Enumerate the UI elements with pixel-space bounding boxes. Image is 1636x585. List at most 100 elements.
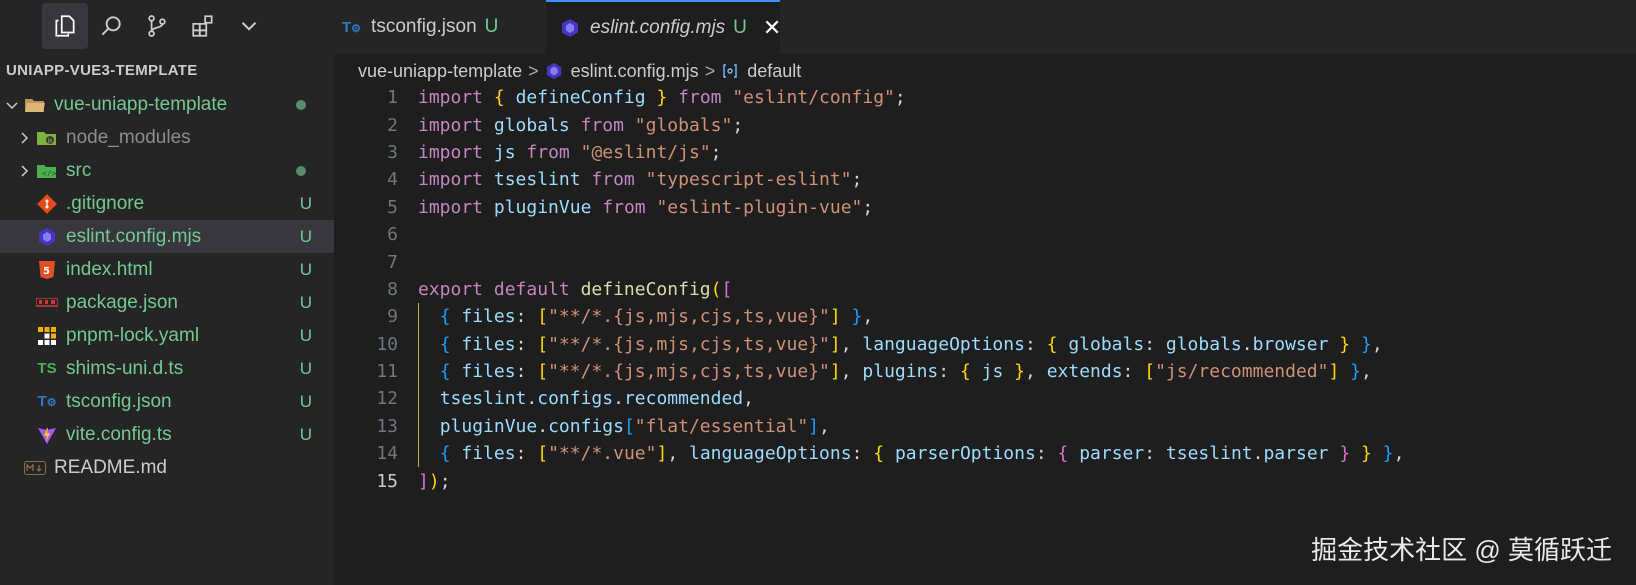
breadcrumb-symbol[interactable]: default [747, 61, 801, 82]
breadcrumb-folder[interactable]: vue-uniapp-template [358, 61, 522, 82]
tab-label: tsconfig.json [371, 16, 477, 37]
line-number: 11 [376, 361, 398, 383]
folder-open-icon [24, 94, 46, 116]
tree-item-gitignore[interactable]: .gitignore U [0, 187, 334, 220]
activity-bar [0, 0, 334, 52]
untracked-badge: U [299, 424, 312, 444]
code-text: import js from "@eslint/js"; [418, 141, 722, 163]
git-icon [36, 193, 58, 215]
tree-item-label: .gitignore [66, 192, 145, 214]
tab-eslint-config[interactable]: eslint.config.mjs U ✕ [546, 0, 781, 54]
tree-item-root-folder[interactable]: vue-uniapp-template [0, 88, 334, 121]
code-line: 3 import js from "@eslint/js"; [334, 139, 1636, 166]
untracked-badge: U [299, 226, 312, 246]
code-text: pluginVue.configs["flat/essential"], [439, 415, 830, 437]
tree-item-label: shims-uni.d.ts [66, 357, 184, 379]
editor-tab-bar: T⚙ tsconfig.json U eslint.config.mjs U ✕ [334, 0, 1636, 54]
untracked-badge: U [299, 193, 312, 213]
breadcrumb: vue-uniapp-template > eslint.config.mjs … [334, 54, 801, 88]
search-button[interactable] [88, 3, 134, 49]
tree-item-pnpm-lock[interactable]: pnpm-lock.yaml U [0, 319, 334, 352]
tab-tsconfig[interactable]: T⚙ tsconfig.json U [334, 0, 530, 54]
tree-item-label: node_modules [66, 126, 191, 148]
src-folder-icon: </> [36, 160, 58, 182]
untracked-badge: U [484, 16, 499, 37]
explorer-title: UNIAPP-VUE3-TEMPLATE [6, 62, 198, 79]
modified-dot [296, 165, 306, 176]
line-number: 2 [387, 114, 398, 136]
code-text: import pluginVue from "eslint-plugin-vue… [418, 196, 874, 218]
line-number: 5 [387, 196, 398, 218]
line-number: 15 [376, 470, 398, 492]
svg-text:5: 5 [43, 266, 50, 277]
explorer-button[interactable] [42, 3, 88, 49]
tree-item-readme[interactable]: README.md [0, 451, 334, 484]
tree-item-index-html[interactable]: 5 index.html U [0, 253, 334, 286]
modified-dot [296, 99, 306, 110]
vite-icon [36, 424, 58, 446]
tree-item-label: tsconfig.json [66, 390, 172, 412]
code-line: 15]); [334, 467, 1636, 494]
tree-item-node-modules[interactable]: js node_modules [0, 121, 334, 154]
untracked-badge: U [299, 325, 312, 345]
code-line: 7 [334, 248, 1636, 275]
pnpm-icon [36, 325, 58, 347]
untracked-badge: U [733, 17, 747, 38]
tree-item-eslint-config[interactable]: eslint.config.mjs U [0, 220, 334, 253]
tab-label: eslint.config.mjs [590, 17, 726, 38]
html5-icon: 5 [36, 259, 58, 281]
breadcrumb-file[interactable]: eslint.config.mjs [571, 61, 699, 82]
chevron-down-icon [6, 101, 18, 109]
code-line: 2 import globals from "globals"; [334, 111, 1636, 138]
code-text: export default defineConfig([ [418, 278, 733, 300]
code-line: 6 [334, 221, 1636, 248]
close-icon[interactable]: ✕ [763, 15, 781, 41]
tree-item-vite-config[interactable]: vite.config.ts U [0, 418, 334, 451]
code-editor[interactable]: 1 import { defineConfig } from "eslint/co… [334, 84, 1636, 495]
code-text: import tseslint from "typescript-eslint"… [418, 169, 863, 191]
line-number: 1 [387, 87, 398, 109]
tree-item-tsconfig[interactable]: T⚙ tsconfig.json U [0, 385, 334, 418]
line-number: 7 [387, 251, 398, 273]
line-number: 8 [387, 278, 398, 300]
line-number: 13 [376, 415, 398, 437]
code-line: 14 { files: ["**/*.vue"], languageOption… [334, 440, 1636, 467]
source-control-button[interactable] [134, 3, 180, 49]
code-text: import { defineConfig } from "eslint/con… [418, 87, 906, 109]
source-control-icon [148, 15, 166, 37]
chevron-down-icon [241, 22, 257, 31]
line-number: 3 [387, 141, 398, 163]
line-number: 12 [376, 388, 398, 410]
line-number: 14 [376, 443, 398, 465]
tree-item-label: eslint.config.mjs [66, 225, 202, 247]
node-folder-icon: js [36, 127, 58, 149]
symbol-icon [721, 62, 739, 80]
line-number: 9 [387, 306, 398, 328]
svg-text:js: js [47, 137, 53, 144]
extensions-button[interactable] [180, 3, 226, 49]
code-line: 9 { files: ["**/*.{js,mjs,cjs,ts,vue}"] … [334, 303, 1636, 330]
code-line: 13 pluginVue.configs["flat/essential"], [334, 413, 1636, 440]
tree-item-package-json[interactable]: package.json U [0, 286, 334, 319]
explorer-icon [55, 15, 75, 37]
tree-item-label: index.html [66, 258, 153, 280]
tree-item-label: pnpm-lock.yaml [66, 324, 200, 346]
tree-item-shims-uni[interactable]: TS shims-uni.d.ts U [0, 352, 334, 385]
tree-item-label: vue-uniapp-template [54, 93, 228, 115]
explorer-sidebar: UNIAPP-VUE3-TEMPLATE vue-uniapp-template… [0, 0, 334, 585]
chevron-right-icon [21, 131, 29, 144]
code-text: { files: ["**/*.vue"], languageOptions: … [439, 443, 1405, 465]
code-line: 12 tseslint.configs.recommended, [334, 385, 1636, 412]
tsconfig-icon: T⚙ [342, 18, 362, 36]
code-line: 4 import tseslint from "typescript-eslint… [334, 166, 1636, 193]
code-line: 10 { files: ["**/*.{js,mjs,cjs,ts,vue}"]… [334, 331, 1636, 358]
tree-item-src[interactable]: </> src [0, 154, 334, 187]
untracked-badge: U [299, 292, 312, 312]
eslint-icon [545, 62, 563, 80]
more-views-button[interactable] [226, 3, 272, 49]
code-text: ]); [418, 470, 451, 492]
typescript-icon: TS [37, 360, 57, 377]
code-line: 1 import { defineConfig } from "eslint/co… [334, 84, 1636, 111]
eslint-icon [36, 226, 58, 248]
search-icon [101, 16, 121, 36]
